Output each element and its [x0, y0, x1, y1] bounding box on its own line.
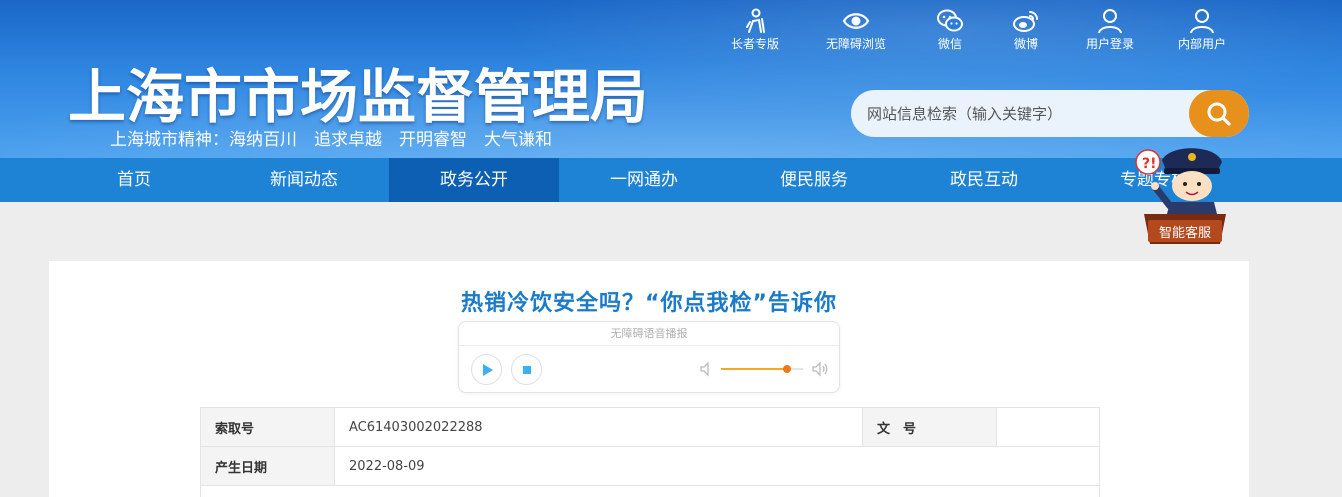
- volume-low-icon: [700, 361, 709, 377]
- svg-text:?!: ?!: [1142, 156, 1157, 172]
- toolbar-label: 内部用户: [1177, 37, 1226, 51]
- toolbar-label: 微博: [1013, 37, 1038, 51]
- stop-button[interactable]: [511, 354, 542, 385]
- weibo-icon: [1013, 11, 1038, 32]
- voice-broadcast-header: 无障碍语音播报: [459, 322, 839, 346]
- nav-item-news[interactable]: 新闻动态: [219, 158, 389, 202]
- document-number-label: 文 号: [862, 407, 997, 447]
- eye-icon: [842, 13, 870, 29]
- header-toolbar: 长者专版 无障碍浏览 微信 微博 用户登录 内部用户: [720, 8, 1250, 52]
- table-row: 产生日期 2022-08-09: [200, 446, 1100, 486]
- site-header: 上海市市场监督管理局 上海城市精神：海纳百川 追求卓越 开明睿智 大气谦和 长者…: [0, 0, 1342, 158]
- wechat-link[interactable]: 微信: [910, 8, 990, 52]
- volume-high-icon: [812, 361, 828, 377]
- search-input[interactable]: [851, 90, 1191, 137]
- nav-item-public-services[interactable]: 便民服务: [729, 158, 899, 202]
- creation-date-label: 产生日期: [200, 446, 335, 486]
- index-number-value: AC61403002022288: [334, 407, 863, 447]
- site-search: [851, 90, 1249, 137]
- index-number-label: 索取号: [200, 407, 335, 447]
- article-title: 热销冷饮安全吗？“你点我检”告诉你: [461, 291, 837, 316]
- site-title[interactable]: 上海市市场监督管理局: [68, 50, 648, 134]
- toolbar-label: 微信: [937, 37, 962, 51]
- nav-item-home[interactable]: 首页: [49, 158, 219, 202]
- table-row: 索取号 AC61403002022288 文 号: [200, 407, 1100, 447]
- nav-item-government-affairs[interactable]: 政务公开: [389, 158, 559, 202]
- stop-icon: [522, 365, 531, 374]
- accessible-browse-link[interactable]: 无障碍浏览: [816, 8, 896, 52]
- user-icon: [1098, 9, 1122, 34]
- search-button[interactable]: [1189, 90, 1249, 137]
- user-login-link[interactable]: 用户登录: [1070, 8, 1150, 52]
- document-number-value: [996, 407, 1100, 447]
- toolbar-label: 无障碍浏览: [825, 37, 886, 51]
- weibo-link[interactable]: 微博: [986, 8, 1066, 52]
- play-button[interactable]: [471, 354, 502, 385]
- volume-fill: [721, 368, 787, 370]
- elder-mode-link[interactable]: 长者专版: [715, 8, 795, 52]
- player-controls: [459, 346, 839, 393]
- article-panel: 热销冷饮安全吗？“你点我检”告诉你 无障碍语音播报 索取号 AC61403002…: [49, 261, 1249, 497]
- wechat-icon: [937, 9, 963, 32]
- smart-service-mascot[interactable]: ?! 智能客服: [1130, 140, 1230, 248]
- toolbar-label: 用户登录: [1085, 37, 1134, 51]
- police-mascot-icon: ?! 智能客服: [1135, 148, 1226, 244]
- article-meta-table: 索取号 AC61403002022288 文 号 产生日期 2022-08-09: [200, 407, 1100, 497]
- mascot-label: 智能客服: [1159, 225, 1211, 241]
- volume-handle[interactable]: [782, 365, 791, 373]
- table-row: [200, 485, 1100, 497]
- internal-user-link[interactable]: 内部用户: [1162, 8, 1242, 52]
- search-icon: [1207, 102, 1231, 126]
- nav-item-online-services[interactable]: 一网通办: [559, 158, 729, 202]
- elder-icon: [746, 8, 765, 33]
- voice-broadcast-player: 无障碍语音播报: [458, 321, 840, 393]
- toolbar-label: 长者专版: [730, 37, 779, 51]
- user-icon: [1190, 9, 1214, 34]
- volume-slider[interactable]: [721, 365, 803, 373]
- table-row-partial: [200, 485, 1100, 497]
- play-icon: [482, 363, 493, 376]
- creation-date-value: 2022-08-09: [334, 446, 1100, 486]
- nav-item-interaction[interactable]: 政民互动: [899, 158, 1069, 202]
- site-slogan: 上海城市精神：海纳百川 追求卓越 开明睿智 大气谦和: [110, 130, 552, 150]
